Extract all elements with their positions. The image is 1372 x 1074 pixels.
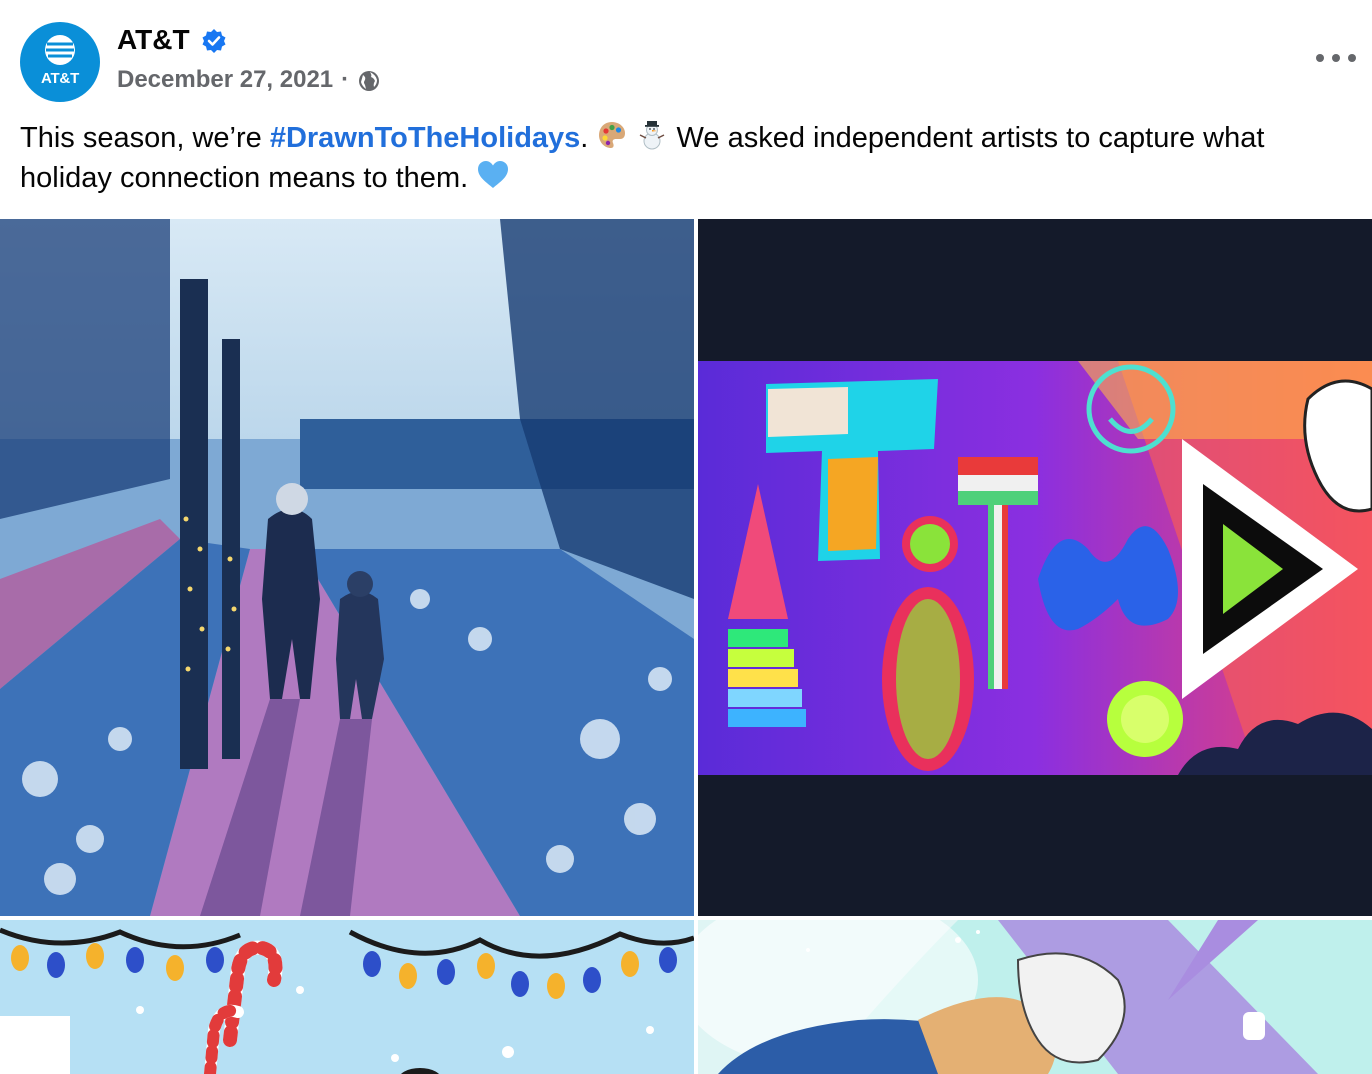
holiday-lights-candy-cane-art[interactable] — [0, 920, 694, 1074]
hashtag-link[interactable]: #DrawnToTheHolidays — [270, 122, 580, 154]
page-name[interactable]: AT&T — [117, 24, 190, 56]
illustrated-figure-art[interactable] — [698, 920, 1372, 1074]
avatar[interactable]: AT&T — [20, 22, 100, 102]
more-options-icon[interactable] — [1316, 48, 1356, 68]
post-date[interactable]: December 27, 2021 — [117, 66, 333, 94]
meta-separator: · — [341, 66, 350, 93]
colorful-att-letters-art[interactable] — [698, 219, 1372, 916]
palette-icon — [599, 122, 626, 148]
winter-walk-painting[interactable] — [0, 219, 694, 916]
snowman-icon — [640, 121, 665, 150]
dot — [1348, 54, 1356, 62]
dot — [1316, 54, 1324, 62]
verified-badge-icon — [202, 29, 226, 53]
post-caption: This season, we’re #DrawnToTheHolidays. … — [20, 118, 1360, 198]
globe-icon[interactable] — [357, 69, 381, 93]
post-meta: December 27, 2021 · — [117, 66, 381, 94]
facebook-post: AT&T AT&T December 27, 2021 · This seaso… — [0, 0, 1372, 1074]
avatar-brand-text: AT&T — [40, 70, 80, 87]
blue-heart-icon — [478, 161, 509, 188]
dot — [1332, 54, 1340, 62]
caption-text-start: This season, we’re — [20, 122, 270, 154]
att-globe-icon — [45, 35, 75, 65]
caption-period: . — [580, 122, 589, 154]
